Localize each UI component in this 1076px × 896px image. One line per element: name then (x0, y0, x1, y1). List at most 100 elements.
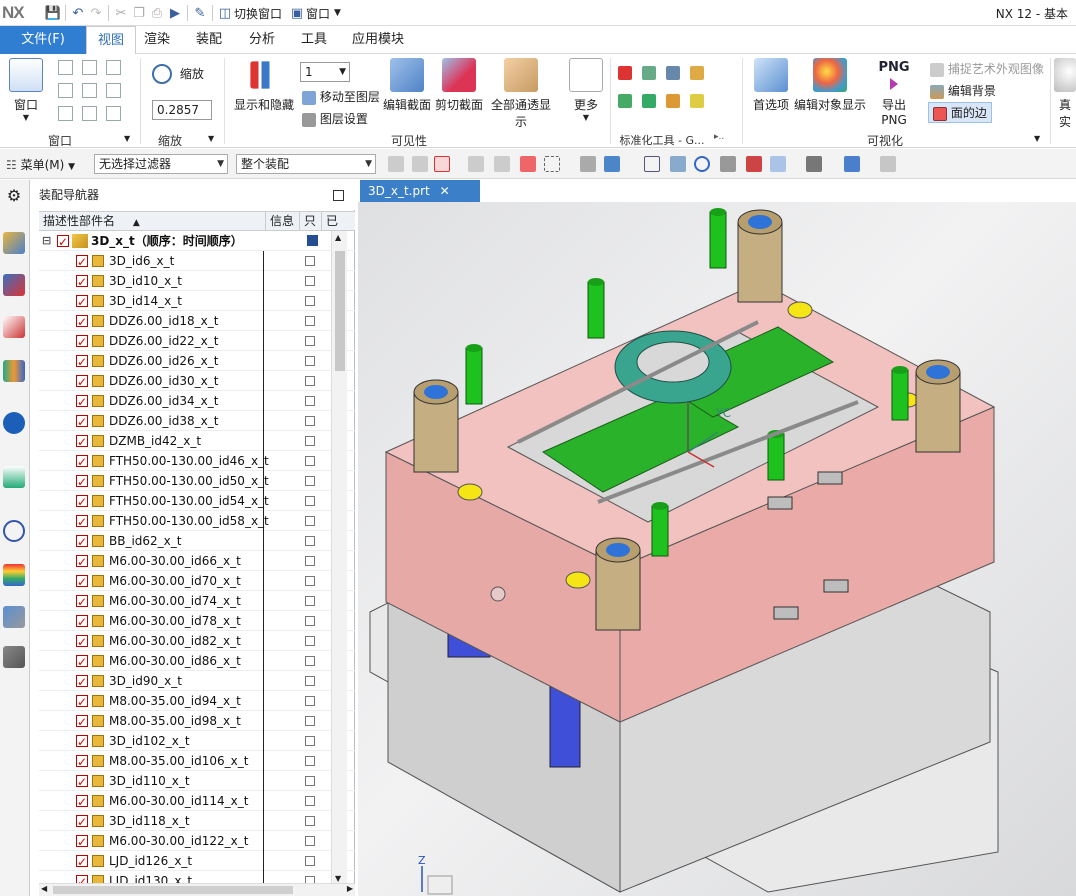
copy-icon[interactable]: ❐ (130, 4, 148, 22)
readonly-check-icon[interactable] (305, 376, 315, 386)
tab-file[interactable]: 文件(F) (0, 26, 86, 54)
work-layer-select[interactable]: 1 ▼ (300, 62, 350, 82)
readonly-check-icon[interactable] (305, 476, 315, 486)
tree-part-row[interactable]: BB_id62_x_t (39, 531, 355, 552)
readonly-check-icon[interactable] (305, 516, 315, 526)
readonly-check-icon[interactable] (305, 316, 315, 326)
layer-settings-button[interactable]: 图层设置 (302, 110, 368, 127)
redo-icon[interactable]: ↷ (87, 4, 105, 22)
graphics-window[interactable]: YC Z (358, 202, 1076, 896)
layout-six-icon[interactable] (58, 106, 73, 121)
visibility-check-icon[interactable] (76, 452, 88, 472)
readonly-check-icon[interactable] (305, 856, 315, 866)
readonly-check-icon[interactable] (305, 536, 315, 546)
tree-root-row[interactable]: ⊟ 3D_x_t（顺序：时间顺序） (39, 231, 355, 252)
selection-scope-select[interactable]: 整个装配 ▼ (236, 154, 376, 174)
visibility-check-icon[interactable] (76, 672, 88, 692)
readonly-check-icon[interactable] (305, 696, 315, 706)
std-tool-6-icon[interactable] (642, 94, 656, 108)
layout-three-icon[interactable] (82, 83, 97, 98)
tree-part-row[interactable]: M6.00-30.00_id86_x_t (39, 651, 355, 672)
scroll-thumb[interactable] (335, 251, 345, 371)
reuse-library-icon[interactable] (3, 360, 25, 382)
collapse-icon[interactable]: ⊟ (42, 231, 51, 251)
tree-part-row[interactable]: 3D_id14_x_t (39, 291, 355, 312)
select-tool-7-icon[interactable] (604, 156, 620, 172)
select-tool-5-icon[interactable] (520, 156, 536, 172)
menu-button[interactable]: ☷ 菜单(M) ▼ (6, 156, 75, 173)
readonly-check-icon[interactable] (305, 596, 315, 606)
tree-part-row[interactable]: 3D_id90_x_t (39, 671, 355, 692)
column-header-readonly[interactable]: 只 (300, 212, 322, 230)
roles-icon[interactable] (3, 606, 25, 628)
clip-section-button[interactable]: 剪切截面 (434, 58, 484, 113)
readonly-check-icon[interactable] (305, 436, 315, 446)
visibility-check-icon[interactable] (76, 732, 88, 752)
layout-three-alt-icon[interactable] (106, 83, 121, 98)
column-header-info[interactable]: 信息 (266, 212, 300, 230)
readonly-check-icon[interactable] (305, 636, 315, 646)
visibility-check-icon[interactable] (76, 812, 88, 832)
readonly-check-icon[interactable] (305, 356, 315, 366)
visibility-check-icon[interactable] (76, 332, 88, 352)
root-check-icon[interactable] (57, 232, 69, 252)
visibility-check-icon[interactable] (76, 632, 88, 652)
readonly-check-icon[interactable] (305, 776, 315, 786)
constraint-navigator-icon[interactable] (3, 274, 25, 296)
qa-customize-chevron-icon[interactable]: ▼ (334, 8, 341, 18)
tree-part-row[interactable]: FTH50.00-130.00_id54_x_t (39, 491, 355, 512)
visibility-check-icon[interactable] (76, 832, 88, 852)
select-tool-1-icon[interactable] (388, 156, 404, 172)
visibility-check-icon[interactable] (76, 432, 88, 452)
edit-section-button[interactable]: 编辑截面 (382, 58, 432, 113)
tree-part-row[interactable]: FTH50.00-130.00_id58_x_t (39, 511, 355, 532)
orient-view-icon[interactable] (770, 156, 786, 172)
tree-part-row[interactable]: DDZ6.00_id22_x_t (39, 331, 355, 352)
readonly-check-icon[interactable] (305, 816, 315, 826)
show-all-channels-button[interactable]: 全部通透显示 (486, 58, 556, 130)
more-button[interactable]: 更多 ▼ (566, 58, 606, 122)
readonly-check-icon[interactable] (305, 576, 315, 586)
readonly-check-icon[interactable] (305, 496, 315, 506)
tree-part-row[interactable]: DDZ6.00_id34_x_t (39, 391, 355, 412)
switch-window-button[interactable]: 切换窗口 (234, 5, 282, 22)
visibility-check-icon[interactable] (76, 532, 88, 552)
tree-part-row[interactable]: M6.00-30.00_id114_x_t (39, 791, 355, 812)
visibility-check-icon[interactable] (76, 372, 88, 392)
readonly-check-icon[interactable] (305, 336, 315, 346)
capture-image-button[interactable]: 捕捉艺术外观图像 (930, 60, 1044, 77)
tab-part-file[interactable]: 3D_x_t.prt ✕ (360, 180, 480, 202)
tree-part-row[interactable]: FTH50.00-130.00_id46_x_t (39, 451, 355, 472)
move-to-layer-button[interactable]: 移动至图层 (302, 88, 380, 105)
window-group-expand-icon[interactable]: ▼ (124, 134, 130, 143)
history-icon[interactable] (3, 520, 25, 542)
tree-part-row[interactable]: M8.00-35.00_id98_x_t (39, 711, 355, 732)
web-browser-icon[interactable] (3, 466, 25, 488)
repeat-command-icon[interactable]: ▶ (166, 4, 184, 22)
readonly-check-icon[interactable] (305, 676, 315, 686)
preferences-button[interactable]: 首选项 (748, 58, 794, 113)
column-header-modified[interactable]: 已 (322, 212, 355, 230)
zoom-group-expand-icon[interactable]: ▼ (208, 134, 214, 143)
select-tool-6-icon[interactable] (580, 156, 596, 172)
maximize-icon[interactable] (333, 190, 344, 201)
std-tool-3-icon[interactable] (666, 66, 680, 80)
visibility-check-icon[interactable] (76, 272, 88, 292)
visibility-check-icon[interactable] (76, 492, 88, 512)
tab-analysis[interactable]: 分析 (238, 26, 286, 54)
show-hide-button[interactable]: 显示和隐藏 (234, 58, 294, 113)
layout-hsplit-icon[interactable] (106, 60, 121, 75)
visibility-check-icon[interactable] (76, 752, 88, 772)
tree-part-row[interactable]: 3D_id118_x_t (39, 811, 355, 832)
export-png-button[interactable]: PNG 导出 PNG (868, 58, 920, 127)
visibility-check-icon[interactable] (76, 552, 88, 572)
window-button[interactable]: 窗口 ▼ (6, 58, 46, 122)
visibility-check-icon[interactable] (76, 352, 88, 372)
tree-part-row[interactable]: 3D_id6_x_t (39, 251, 355, 272)
readonly-check-icon[interactable] (305, 756, 315, 766)
scroll-right-icon[interactable]: ▶ (347, 884, 353, 893)
window-menu-button[interactable]: 窗口 (306, 5, 330, 22)
zoom-view-icon[interactable] (670, 156, 686, 172)
std-tool-1-icon[interactable] (618, 66, 632, 80)
layout-single-icon[interactable] (58, 60, 73, 75)
